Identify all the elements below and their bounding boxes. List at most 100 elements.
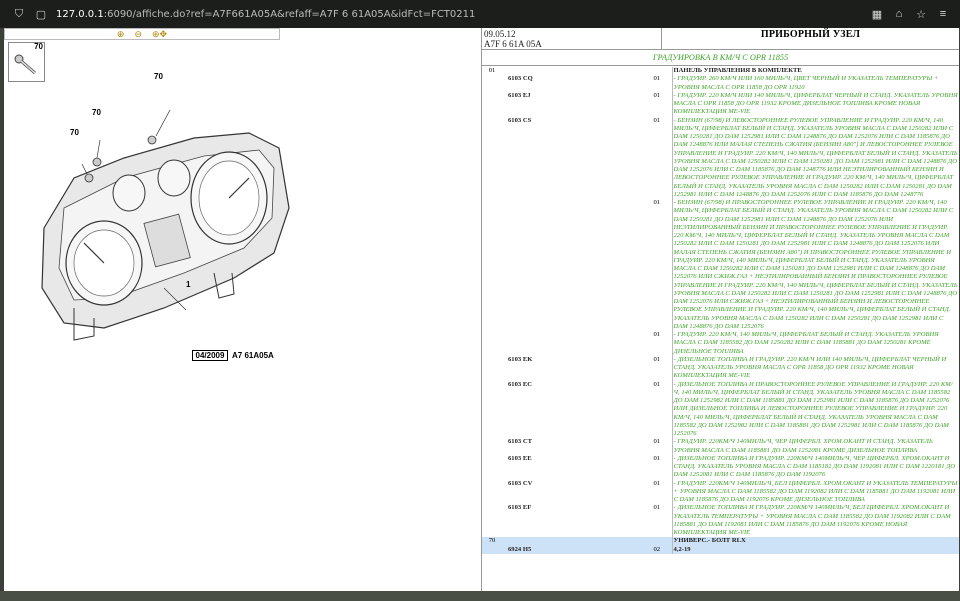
header-info: 09.05.12 A7F 6 61A 05A	[482, 28, 662, 50]
cell-c2: 6103 CT	[508, 438, 532, 446]
cell-c4: - ГРАДУИР. 260 КМ/Ч ИЛИ 160 МИЛЬ/Ч, ЦВЕТ…	[671, 75, 959, 92]
cell-c3	[642, 537, 672, 546]
zoom-pan-icon[interactable]: ⊕✥	[152, 29, 167, 40]
cell-c2	[502, 537, 642, 546]
thumbnail-number: 70	[34, 42, 43, 51]
cell-c1	[482, 331, 502, 356]
extension-icon[interactable]: ▦	[870, 7, 884, 21]
browser-toolbar: ⛉ ▢ 127.0.0.1:6090/affiche.do?ref=A7F661…	[0, 0, 960, 28]
address-bar[interactable]: 127.0.0.1:6090/affiche.do?ref=A7F661A05A…	[56, 9, 870, 20]
cell-c1	[482, 480, 502, 505]
table-row[interactable]: 01 - БЕНЗИН (67/98) И ПРАВОСТОРОННЕЕ РУЛЕ…	[482, 199, 959, 331]
header-ref: A7F 6 61A 05A	[484, 39, 542, 49]
cell-c2: 6103 CS	[508, 116, 532, 124]
callout-70-c: 70	[70, 128, 79, 137]
table-row[interactable]: 70 УНИВЕРС.- БОЛТ RLX	[482, 537, 959, 546]
cell-c1	[482, 455, 502, 480]
cell-c3	[642, 67, 672, 75]
cell-c4: - ГРАДУИР. 220 КМ/Ч, 140 МИЛЬ/Ч, ЦИФЕРБЛ…	[671, 331, 959, 356]
cell-c2: 6103 EE	[508, 454, 532, 462]
cell-c2: 6103 CQ	[508, 75, 533, 83]
zoom-in-icon[interactable]: ⊕	[117, 29, 125, 40]
cell-c1: 70	[482, 537, 502, 546]
cell-c2: 6103 EC	[508, 380, 532, 388]
table-row[interactable]: 01 - ГРАДУИР. 220 КМ/Ч, 140 МИЛЬ/Ч, ЦИФЕР…	[482, 331, 959, 356]
cell-c1: 01	[488, 67, 496, 74]
table-row[interactable]: 6924 H5 02 4,2-19	[482, 545, 959, 554]
table-row[interactable]: 6103 CQ 01 - ГРАДУИР. 260 КМ/Ч ИЛИ 160 МИЛ…	[482, 75, 959, 92]
cell-c2: 6924 H5	[502, 545, 642, 554]
callout-70-a: 70	[154, 72, 163, 81]
page-title: ПРИБОРНЫЙ УЗЕЛ	[662, 28, 959, 50]
parts-list-pane: 09.05.12 A7F 6 61A 05A ПРИБОРНЫЙ УЗЕЛ ГР…	[482, 28, 959, 591]
cell-c3: 01	[653, 75, 661, 83]
instrument-cluster-drawing	[41, 109, 290, 341]
cell-c4: 4,2-19	[671, 545, 959, 554]
cell-c3: 01	[653, 504, 661, 512]
cell-c4: - ДИЗЕЛЬНОЕ ТОПЛИВА И ГРАДУИР. 220КМ/Ч 1…	[671, 454, 959, 480]
table-row[interactable]: 6103 EK 01 - ДИЗЕЛЬНОЕ ТОПЛИВА И ГРАДУИР. …	[482, 355, 959, 381]
page-content: ⊕ ⊖ ⊕✥ 70 70 70 70 1 04/2009 A7 61A05A 0…	[4, 28, 959, 591]
cell-c3: 01	[653, 454, 661, 462]
bookmark-star-icon[interactable]: ☆	[914, 7, 928, 21]
cell-c2	[502, 199, 642, 331]
table-row[interactable]: 6103 CV 01 - ГРАДУИР. 220КМ/Ч 140МИЛЬ/Ч, Б…	[482, 479, 959, 505]
cell-c3: 01	[653, 438, 661, 446]
cell-c3: 01	[653, 199, 661, 206]
cell-c3: 02	[642, 545, 672, 554]
table-row[interactable]: 6103 EE 01 - ДИЗЕЛЬНОЕ ТОПЛИВА И ГРАДУИР. …	[482, 454, 959, 480]
cell-c4: ПАНЕЛЬ УПРАВЛЕНИЯ В КОМПЛЕКТЕ	[671, 67, 959, 76]
cell-c4: - ДИЗЕЛЬНОЕ ТОПЛИВА И ПРАВОСТОРОННЕЕ РУЛ…	[671, 380, 959, 439]
cell-c4: - ГРАДУИР. 220КМ/Ч 140МИЛЬ/Ч, БЕЛ ЦИФЕРБ…	[671, 479, 959, 505]
cell-c1	[482, 117, 502, 200]
subtitle: ГРАДУИРОВКА В КМ/Ч С OPR 11855	[482, 50, 959, 66]
drawing-pane: ⊕ ⊖ ⊕✥ 70 70 70 70 1 04/2009 A7 61A05A	[4, 28, 482, 591]
cell-c3: 01	[653, 116, 661, 124]
cell-c4: - БЕНЗИН (67/98) И ЛЕВОСТОРОННЕЕ РУЛЕВОЕ…	[671, 116, 959, 199]
cell-c2: 6103 EK	[508, 355, 533, 363]
page-info-icon[interactable]: ▢	[34, 7, 48, 21]
shield-icon[interactable]: ⛉	[12, 7, 26, 21]
cell-c2: 6103 CV	[508, 479, 533, 487]
table-row[interactable]: 6103 CS 01 - БЕНЗИН (67/98) И ЛЕВОСТОРОННЕ…	[482, 116, 959, 200]
table-row[interactable]: 6103 EJ 01 - ГРАДУИР. 220 КМ/Ч ИЛИ 140 МИЛ…	[482, 91, 959, 117]
menu-icon[interactable]: ≡	[936, 7, 950, 21]
zoom-toolbar: ⊕ ⊖ ⊕✥	[4, 28, 280, 40]
cell-c3: 01	[653, 380, 661, 388]
parts-table: 01 ПАНЕЛЬ УПРАВЛЕНИЯ В КОМПЛЕКТЕ 6103 CQ 01…	[482, 67, 959, 554]
cell-c1	[482, 356, 502, 381]
taskbar-strip	[0, 591, 960, 601]
cell-c1	[482, 504, 502, 537]
cell-c4: - ГРАДУИР. 220 КМ/Ч ИЛИ 140 МИЛЬ/Ч, ЦИФЕ…	[671, 91, 959, 117]
cell-c2	[502, 331, 642, 356]
cell-c3: 01	[653, 91, 661, 99]
cell-c4: - ДИЗЕЛЬНОЕ ТОПЛИВА И ГРАДУИР. 220КМ/Ч 1…	[671, 504, 959, 538]
zoom-out-icon[interactable]: ⊖	[134, 29, 142, 40]
part-thumbnail[interactable]: 70	[8, 42, 45, 82]
cell-c1	[482, 381, 502, 439]
table-row[interactable]: 6103 EC 01 - ДИЗЕЛЬНОЕ ТОПЛИВА И ПРАВОСТОР…	[482, 380, 959, 439]
cell-c2: 6103 EF	[508, 504, 532, 512]
cell-c4: - БЕНЗИН (67/98) И ПРАВОСТОРОННЕЕ РУЛЕВО…	[671, 199, 959, 331]
cell-c1	[482, 545, 502, 554]
table-row[interactable]: 6103 EF 01 - ДИЗЕЛЬНОЕ ТОПЛИВА И ГРАДУИР. …	[482, 504, 959, 538]
browser-window: ⛉ ▢ 127.0.0.1:6090/affiche.do?ref=A7F661…	[0, 0, 960, 601]
cell-c4: УНИВЕРС.- БОЛТ RLX	[671, 537, 959, 546]
drawing-ref-code: A7 61A05A	[232, 351, 274, 360]
cell-c1	[482, 92, 502, 117]
table-row[interactable]: 01 ПАНЕЛЬ УПРАВЛЕНИЯ В КОМПЛЕКТЕ	[482, 67, 959, 76]
callout-1: 1	[186, 280, 191, 289]
cell-c3: 01	[653, 355, 661, 363]
home-icon[interactable]: ⌂	[892, 7, 906, 21]
cell-c2: 6103 EJ	[508, 91, 531, 99]
cell-c4: - ГРАДУИР. 220КМ/Ч 140МИЛЬ/Ч, ЧЕР ЦИФЕРБ…	[671, 438, 959, 455]
cell-c1	[482, 75, 502, 92]
cell-c1	[482, 199, 502, 331]
cell-c3: 01	[653, 479, 661, 487]
table-row[interactable]: 6103 CT 01 - ГРАДУИР. 220КМ/Ч 140МИЛЬ/Ч, Ч…	[482, 438, 959, 455]
url-host: 127.0.0.1	[56, 8, 104, 20]
cell-c2	[502, 67, 642, 75]
callout-70-b: 70	[92, 108, 101, 117]
cell-c1	[482, 438, 502, 455]
cell-c3: 01	[653, 331, 661, 338]
